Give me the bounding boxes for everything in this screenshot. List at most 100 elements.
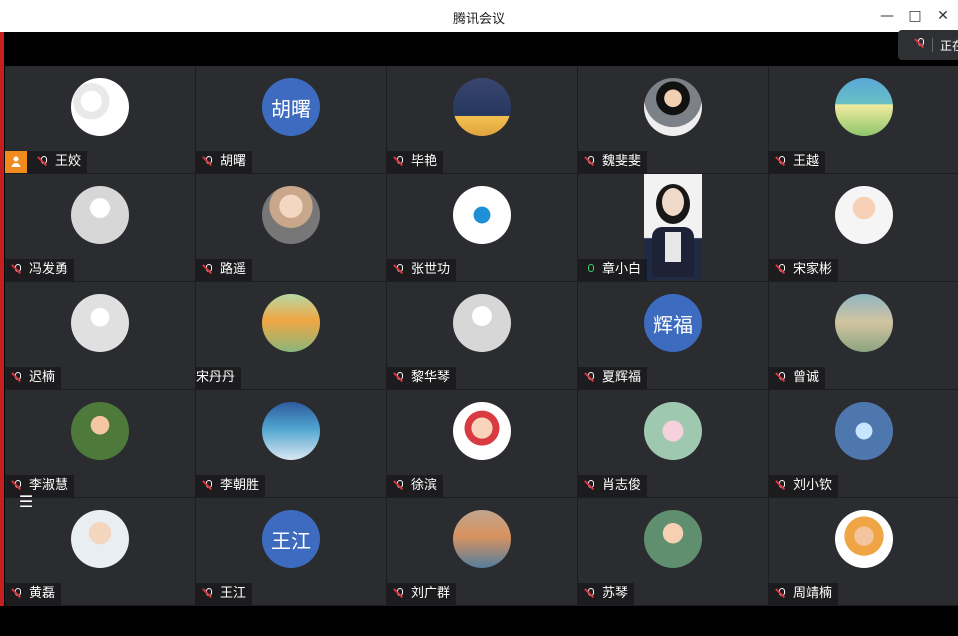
participant-tile[interactable]: 迟楠 (5, 282, 196, 390)
participant-name: 魏斐斐 (602, 154, 642, 169)
participant-name: 宋家彬 (793, 262, 833, 277)
mic-muted-icon (584, 587, 598, 601)
nameplate: 毕艳 (387, 151, 444, 173)
nameplate: 王江 (196, 583, 253, 605)
participant-avatar (453, 294, 511, 352)
participant-name: 曾诚 (793, 370, 820, 385)
nameplate: 刘广群 (387, 583, 457, 605)
participant-avatar (71, 294, 129, 352)
mic-muted-icon (775, 263, 789, 277)
participant-name: 王姣 (55, 154, 82, 169)
participant-tile[interactable]: 黄磊 (5, 498, 196, 606)
participant-avatar (644, 510, 702, 568)
participant-name: 宋丹丹 (196, 370, 236, 385)
mic-muted-icon (11, 263, 25, 277)
participant-avatar (71, 510, 129, 568)
participant-tile[interactable]: 胡曙 胡曙 (196, 66, 387, 174)
participant-avatar (835, 402, 893, 460)
participant-name: 胡曙 (220, 154, 247, 169)
nameplate: 曾诚 (769, 367, 826, 389)
participant-avatar: 辉福 (644, 294, 702, 352)
participant-tile[interactable]: 李淑慧 (5, 390, 196, 498)
participant-avatar: 胡曙 (262, 78, 320, 136)
nameplate: 周靖楠 (769, 583, 839, 605)
participant-tile[interactable]: 张世功 (387, 174, 578, 282)
mic-muted-icon (202, 155, 216, 169)
participant-tile[interactable]: 宋丹丹 (196, 282, 387, 390)
minimize-button[interactable]: — (876, 6, 898, 26)
self-mute-status[interactable]: 正在 (898, 30, 958, 60)
mic-muted-icon (393, 479, 407, 493)
nameplate: 黎华琴 (387, 367, 457, 389)
nameplate: 李朝胜 (196, 475, 266, 497)
participant-tile[interactable]: 毕艳 (387, 66, 578, 174)
participant-tile[interactable]: 宋家彬 (769, 174, 958, 282)
participant-tile[interactable]: 章小白 (578, 174, 769, 282)
host-badge-icon (5, 151, 27, 173)
nameplate: 宋家彬 (769, 259, 839, 281)
participant-tile[interactable]: 周靖楠 (769, 498, 958, 606)
mic-muted-icon (584, 479, 598, 493)
participant-name: 苏琴 (602, 586, 629, 601)
muted-mic-icon (914, 37, 928, 51)
participant-avatar (835, 186, 893, 244)
participant-avatar (71, 78, 129, 136)
participant-name: 王江 (220, 586, 247, 601)
menu-button[interactable]: ☰ (14, 492, 38, 512)
participant-tile[interactable]: 李朝胜 (196, 390, 387, 498)
participant-avatar: 王江 (262, 510, 320, 568)
nameplate: 章小白 (578, 259, 648, 281)
participant-tile[interactable]: 冯发勇 (5, 174, 196, 282)
participant-tile[interactable]: 黎华琴 (387, 282, 578, 390)
nameplate: 苏琴 (578, 583, 635, 605)
participant-tile[interactable]: 王姣 (5, 66, 196, 174)
participant-avatar (835, 78, 893, 136)
participant-tile[interactable]: 肖志俊 (578, 390, 769, 498)
mic-muted-icon (775, 587, 789, 601)
participant-avatar (262, 294, 320, 352)
participant-avatar (644, 402, 702, 460)
participant-name: 王越 (793, 154, 820, 169)
mic-muted-icon (775, 155, 789, 169)
mic-muted-icon (37, 155, 51, 169)
bottom-bar (0, 606, 958, 636)
video-shirt (665, 232, 681, 262)
participant-name: 肖志俊 (602, 478, 642, 493)
mic-muted-icon (202, 479, 216, 493)
maximize-button[interactable]: □ (904, 6, 926, 26)
nameplate: 胡曙 (196, 151, 253, 173)
mic-muted-icon (393, 371, 407, 385)
participant-name: 章小白 (602, 262, 642, 277)
title-bar: 腾讯会议 — □ ✕ (0, 0, 958, 32)
participant-tile[interactable]: 路遥 (196, 174, 387, 282)
participant-tile[interactable]: 辉福 夏辉福 (578, 282, 769, 390)
participant-tile[interactable]: 魏斐斐 (578, 66, 769, 174)
participant-tile[interactable]: 刘小钦 (769, 390, 958, 498)
participant-name: 周靖楠 (793, 586, 833, 601)
participant-tile[interactable]: 曾诚 (769, 282, 958, 390)
participant-tile[interactable]: 王江 王江 (196, 498, 387, 606)
participant-tile[interactable]: 王越 (769, 66, 958, 174)
nameplate: 黄磊 (5, 583, 62, 605)
nameplate: 路遥 (196, 259, 253, 281)
status-separator (932, 38, 933, 52)
video-head (662, 188, 684, 216)
nameplate: 刘小钦 (769, 475, 839, 497)
mic-muted-icon (11, 587, 25, 601)
close-button[interactable]: ✕ (932, 6, 954, 26)
mic-muted-icon (775, 371, 789, 385)
participant-tile[interactable]: 苏琴 (578, 498, 769, 606)
participant-avatar (71, 186, 129, 244)
participant-tile[interactable]: 徐滨 (387, 390, 578, 498)
participant-avatar (835, 294, 893, 352)
participant-tile[interactable]: 刘广群 (387, 498, 578, 606)
mic-muted-icon (393, 263, 407, 277)
participant-avatar (835, 510, 893, 568)
participant-name: 刘广群 (411, 586, 451, 601)
participant-name: 冯发勇 (29, 262, 69, 277)
nameplate: 王姣 (5, 151, 88, 173)
participant-name: 毕艳 (411, 154, 438, 169)
status-text: 正在 (940, 39, 958, 53)
nameplate: 王越 (769, 151, 826, 173)
nameplate: 徐滨 (387, 475, 444, 497)
